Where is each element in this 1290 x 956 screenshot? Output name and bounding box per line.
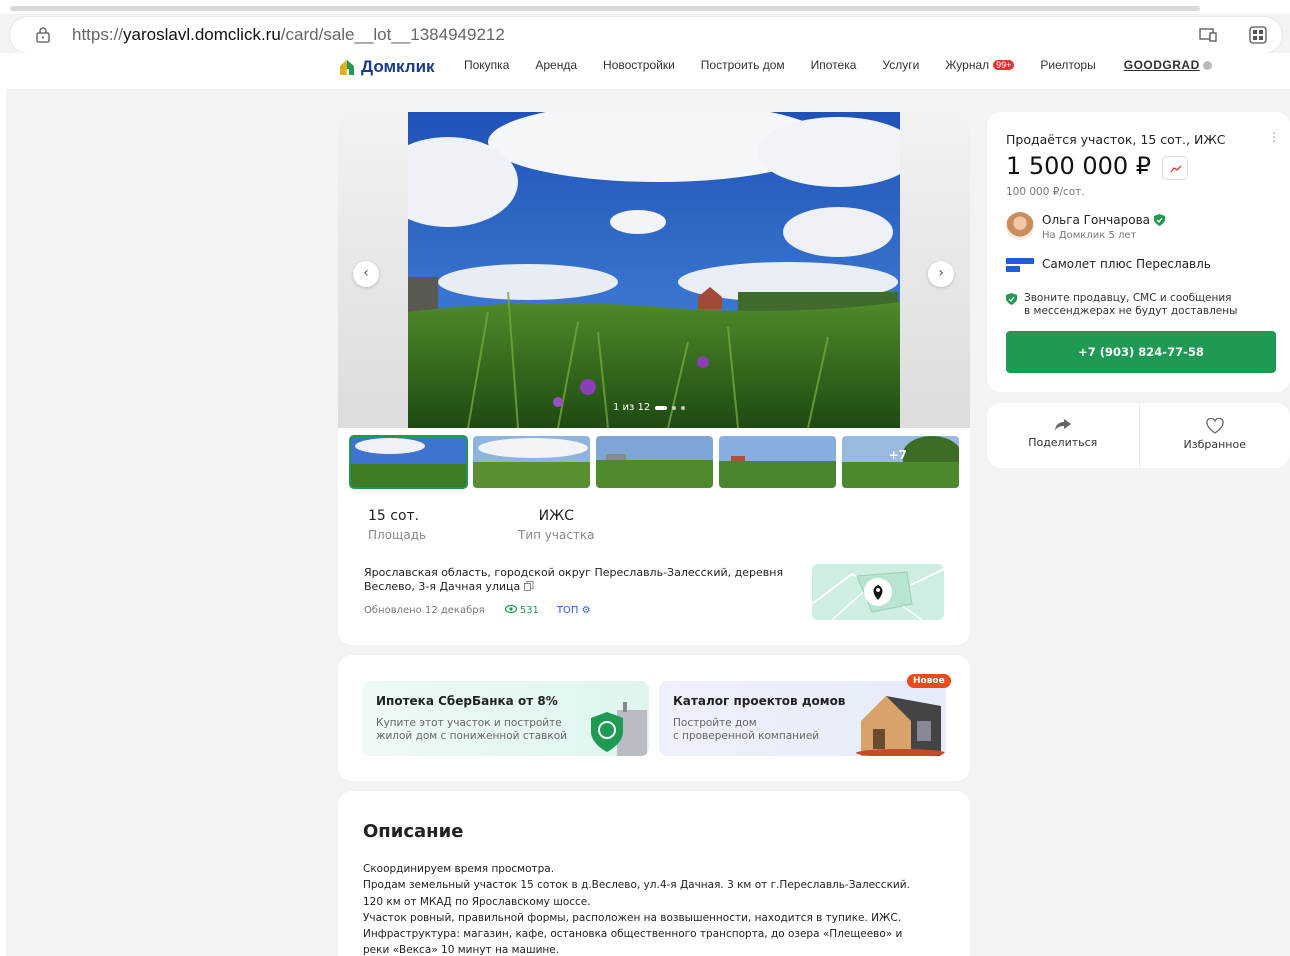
qr-icon[interactable] xyxy=(1248,25,1268,45)
seller-avatar[interactable] xyxy=(1006,212,1034,240)
thumbnail-3[interactable] xyxy=(596,436,713,488)
domclick-logo[interactable]: Домклик xyxy=(338,57,435,77)
nav-item-services[interactable]: Услуги xyxy=(882,58,919,72)
nav-item-rent[interactable]: Аренда xyxy=(535,58,577,72)
more-menu-icon[interactable]: ⋮ xyxy=(1268,130,1280,144)
nav-item-build-house[interactable]: Построить дом xyxy=(701,58,785,72)
fact-area: 15 сот. Площадь xyxy=(368,508,427,542)
mini-map[interactable] xyxy=(812,564,944,620)
listing-card: ‹ › 1 из 12 +7 15 сот. Площадь ИЖС Тип у… xyxy=(338,112,970,645)
agency-logo-icon xyxy=(1006,258,1034,272)
heart-icon xyxy=(1206,418,1224,434)
page-edge xyxy=(0,89,6,956)
site-header: Домклик Покупка Аренда Новостройки Постр… xyxy=(0,53,1290,89)
offer-title: Продаётся участок, 15 сот., ИЖС xyxy=(1006,132,1226,147)
thumbnail-4[interactable] xyxy=(719,436,836,488)
house-logo-icon xyxy=(340,60,354,75)
fact-plot-type: ИЖС Тип участка xyxy=(518,508,595,542)
next-photo-button[interactable]: › xyxy=(928,261,954,287)
share-icon xyxy=(1054,419,1071,431)
call-seller-button[interactable]: +7 (903) 824-77-58 xyxy=(1006,331,1276,373)
photo-counter: 1 из 12 xyxy=(613,402,686,413)
nav-item-mortgage[interactable]: Ипотека xyxy=(811,58,857,72)
promo-house-catalog[interactable]: Каталог проектов домов Постройте дом с пр… xyxy=(659,681,946,756)
house-model-icon xyxy=(856,696,946,756)
favorite-button[interactable]: Избранное xyxy=(1138,403,1290,468)
info-icon xyxy=(1202,61,1212,70)
shield-check-icon xyxy=(1006,293,1017,305)
key-facts: 15 сот. Площадь ИЖС Тип участка xyxy=(364,508,595,542)
call-warning: Звоните продавцу, СМС и сообщения в мессе… xyxy=(1006,292,1237,318)
prev-photo-button[interactable]: ‹ xyxy=(353,261,379,287)
nav-item-buy[interactable]: Покупка xyxy=(464,58,509,72)
eye-icon xyxy=(504,604,517,614)
views-count: 531 xyxy=(504,604,539,616)
price-history-button[interactable] xyxy=(1162,156,1188,180)
main-photo[interactable] xyxy=(408,112,900,428)
agency-name[interactable]: Самолет плюс Переславль xyxy=(1042,257,1211,271)
more-photos-label: +7 xyxy=(888,448,907,462)
thumbnail-5[interactable]: +7 xyxy=(842,436,959,488)
address-bar[interactable]: https://yaroslavl.domclick.ru/card/sale_… xyxy=(10,17,1282,53)
copy-icon[interactable] xyxy=(523,581,534,591)
thumbnail-2[interactable] xyxy=(473,436,590,488)
listing-meta: Обновлено 12 декабря 531 ТОП ⚙ xyxy=(364,604,591,616)
seller-name[interactable]: Ольга Гончарова xyxy=(1042,213,1165,227)
seller-experience: На Домклик 5 лет xyxy=(1042,230,1137,241)
goodgrad-link[interactable]: GOODGRAD xyxy=(1124,58,1212,72)
nav-item-realtors[interactable]: Риелторы xyxy=(1040,58,1095,72)
url-text[interactable]: https://yaroslavl.domclick.ru/card/sale_… xyxy=(72,25,505,45)
top-badge[interactable]: ТОП ⚙ xyxy=(557,605,591,616)
main-nav: Покупка Аренда Новостройки Построить дом… xyxy=(464,58,1212,72)
thumbnail-strip: +7 xyxy=(349,435,959,489)
share-button[interactable]: Поделиться xyxy=(987,403,1139,468)
scrollbar-top[interactable] xyxy=(10,6,1200,11)
thumbnail-1[interactable] xyxy=(349,435,468,489)
price: 1 500 000 ₽ xyxy=(1006,152,1152,180)
description-title: Описание xyxy=(363,821,464,842)
tab-strip xyxy=(0,0,1290,14)
new-badge: Новое xyxy=(907,674,951,688)
cast-icon[interactable] xyxy=(1198,26,1218,44)
description-text: Скоординируем время просмотра. Продам зе… xyxy=(363,863,910,956)
price-per-unit: 100 000 ₽/сот. xyxy=(1006,186,1085,198)
actions-card: Поделиться Избранное xyxy=(987,403,1290,468)
offer-panel: Продаётся участок, 15 сот., ИЖС ⋮ 1 500 … xyxy=(987,112,1290,392)
photo-viewer[interactable]: ‹ › 1 из 12 xyxy=(338,112,970,428)
promo-sber-mortgage[interactable]: Ипотека СберБанка от 8% Купите этот учас… xyxy=(362,681,649,756)
bank-shield-icon xyxy=(591,702,647,756)
address: Ярославская область, городской округ Пер… xyxy=(364,566,784,593)
promo-card: Ипотека СберБанка от 8% Купите этот учас… xyxy=(338,655,970,781)
journal-badge: 99+ xyxy=(993,60,1015,70)
verified-shield-icon xyxy=(1154,214,1165,226)
rocket-icon: ⚙ xyxy=(581,605,591,616)
nav-item-journal[interactable]: Журнал 99+ xyxy=(945,58,1015,72)
lock-icon[interactable] xyxy=(36,27,50,43)
nav-item-new-buildings[interactable]: Новостройки xyxy=(603,58,675,72)
trend-icon xyxy=(1170,165,1182,173)
description-card: Описание Скоординируем время просмотра. … xyxy=(338,791,970,956)
